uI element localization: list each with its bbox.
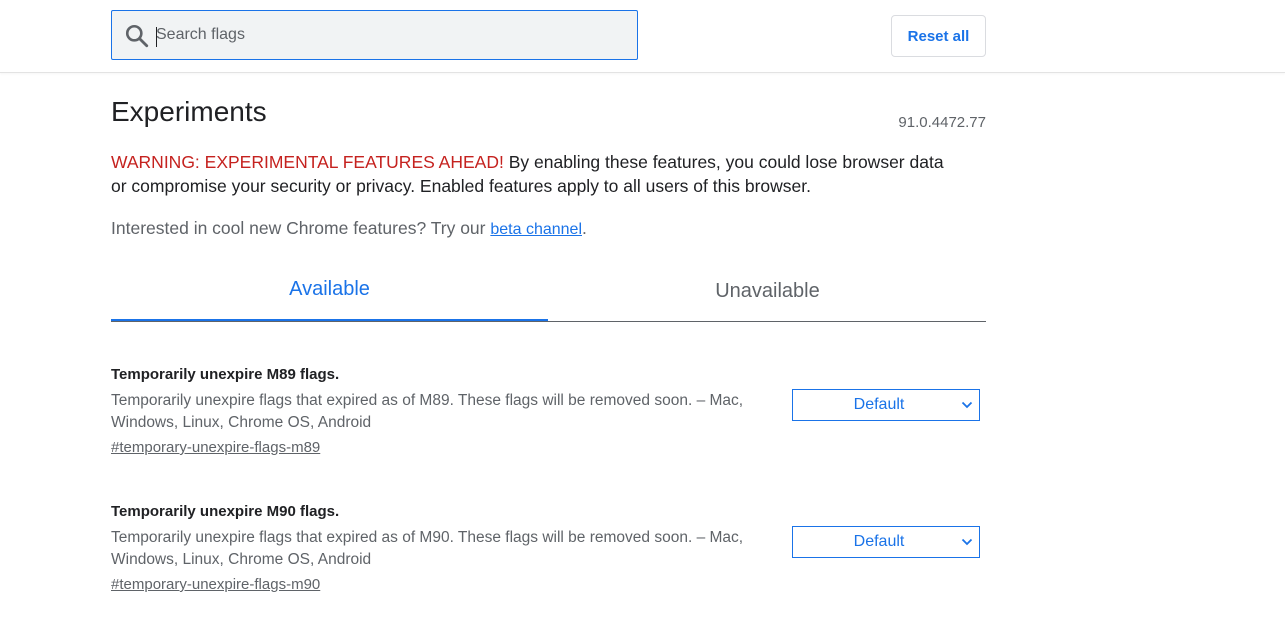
select-value: Default xyxy=(853,533,905,550)
flag-permalink[interactable]: #temporary-unexpire-flags-m89 xyxy=(111,439,320,456)
tab-unavailable[interactable]: Unavailable xyxy=(549,262,986,321)
version-label: 91.0.4472.77 xyxy=(898,114,986,131)
text-caret xyxy=(156,27,157,47)
reset-all-button[interactable]: Reset all xyxy=(891,15,986,57)
flag-name: Temporarily unexpire M90 flags. xyxy=(111,503,340,520)
search-input[interactable] xyxy=(156,11,626,59)
flag-permalink[interactable]: #temporary-unexpire-flags-m90 xyxy=(111,576,320,593)
flag-description: Temporarily unexpire flags that expired … xyxy=(111,392,744,431)
header: Reset all xyxy=(0,0,1285,73)
beta-channel-promo: Interested in cool new Chrome features? … xyxy=(111,218,587,239)
beta-channel-link[interactable]: beta channel xyxy=(490,221,582,238)
promo-suffix: . xyxy=(582,218,587,238)
flag-state-select[interactable]: Default xyxy=(792,389,980,421)
search-box[interactable] xyxy=(111,10,638,60)
chevron-down-icon xyxy=(961,538,973,546)
flag-name: Temporarily unexpire M89 flags. xyxy=(111,366,340,383)
warning-message: WARNING: EXPERIMENTAL FEATURES AHEAD! By… xyxy=(111,150,951,198)
flag-description: Temporarily unexpire flags that expired … xyxy=(111,529,744,568)
page-title: Experiments xyxy=(111,96,267,127)
warning-prefix: WARNING: EXPERIMENTAL FEATURES AHEAD! xyxy=(111,152,504,172)
search-icon xyxy=(125,24,149,48)
tab-available[interactable]: Available xyxy=(111,262,548,321)
promo-text: Interested in cool new Chrome features? … xyxy=(111,218,491,238)
flag-state-select[interactable]: Default xyxy=(792,526,980,558)
select-value: Default xyxy=(853,396,905,413)
tab-bar: Available Unavailable xyxy=(111,262,986,322)
chevron-down-icon xyxy=(961,401,973,409)
